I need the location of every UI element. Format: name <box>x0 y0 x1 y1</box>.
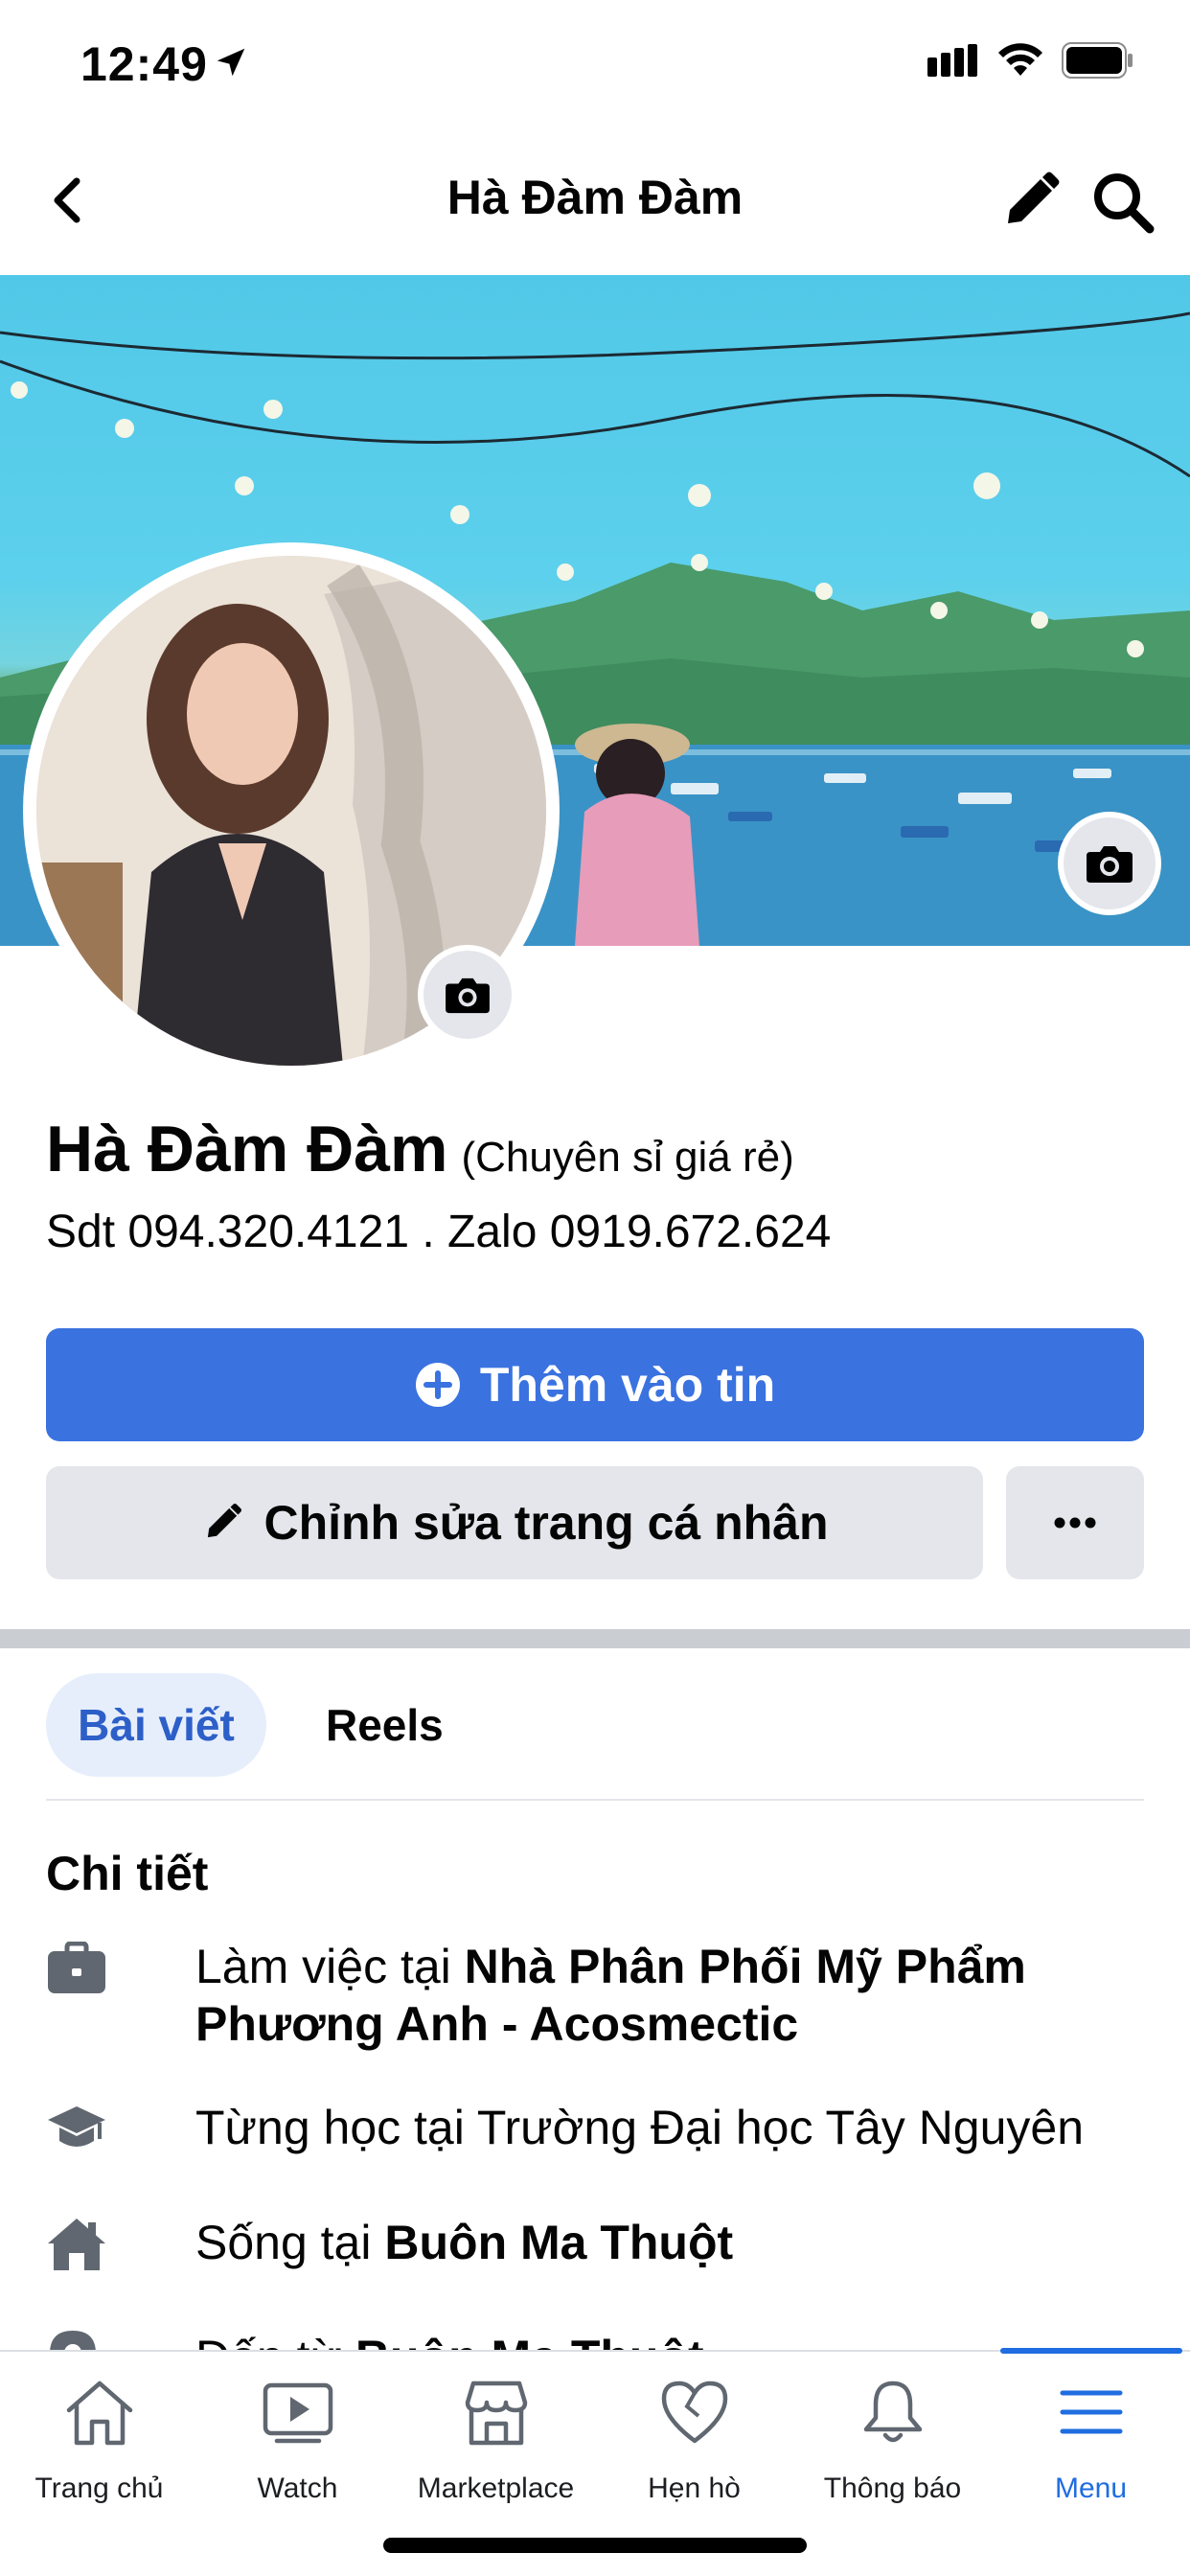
pencil-icon[interactable] <box>996 168 1064 235</box>
menu-icon <box>1050 2371 1133 2453</box>
tabs-divider <box>46 1799 1144 1801</box>
edit-profile-label: Chỉnh sửa trang cá nhân <box>263 1496 829 1550</box>
search-icon[interactable] <box>1087 166 1159 239</box>
location-arrow-icon <box>217 48 245 77</box>
active-tab-indicator <box>1000 2348 1182 2354</box>
camera-icon <box>446 978 490 1014</box>
more-dots-icon <box>1054 1517 1096 1529</box>
profile-name-suffix: (Chuyên sỉ giá rẻ) <box>461 1134 794 1181</box>
nav-home-label: Trang chủ <box>34 2472 164 2504</box>
tab-posts[interactable]: Bài viết <box>46 1673 266 1777</box>
tab-reels[interactable]: Reels <box>326 1673 444 1777</box>
graduation-cap-icon <box>46 2099 126 2160</box>
home-indicator <box>383 2538 807 2553</box>
profile-header: Hà Đàm Đàm <box>0 129 1190 275</box>
nav-dating[interactable]: Hẹn hò <box>595 2371 793 2515</box>
wifi-icon <box>998 43 1042 76</box>
house-icon <box>46 2214 126 2275</box>
profile-name-row: Hà Đàm Đàm (Chuyên sỉ giá rẻ) <box>46 1112 794 1186</box>
edit-profile-button[interactable]: Chỉnh sửa trang cá nhân <box>46 1466 983 1579</box>
add-to-story-button[interactable]: Thêm vào tin <box>46 1328 1144 1441</box>
status-indicators <box>927 42 1134 79</box>
profile-bio: Sdt 094.320.4121 . Zalo 0919.672.624 <box>46 1207 832 1257</box>
pencil-icon <box>208 1503 242 1538</box>
nav-marketplace-label: Marketplace <box>417 2472 575 2504</box>
add-to-story-label: Thêm vào tin <box>479 1358 776 1412</box>
detail-education: Từng học tại Trường Đại học Tây Nguyên <box>46 2099 1148 2160</box>
nav-watch-label: Watch <box>257 2472 338 2504</box>
briefcase-icon <box>46 1938 126 1999</box>
nav-menu-label: Menu <box>1054 2472 1128 2504</box>
section-divider <box>0 1629 1190 1648</box>
status-bar: 12:49 <box>0 0 1190 129</box>
avatar-camera-button[interactable] <box>418 945 517 1045</box>
watch-icon <box>257 2371 339 2453</box>
detail-lives-in: Sống tại Buôn Ma Thuột <box>46 2214 1148 2275</box>
nav-notifications-label: Thông báo <box>823 2472 962 2504</box>
detail-lives-in-prefix: Sống tại <box>195 2216 385 2269</box>
battery-icon <box>1062 42 1133 79</box>
home-icon <box>58 2371 141 2453</box>
status-time: 12:49 <box>80 37 208 91</box>
cellular-signal-icon <box>927 44 977 77</box>
nav-marketplace[interactable]: Marketplace <box>397 2371 595 2515</box>
detail-work-prefix: Làm việc tại <box>195 1940 465 1993</box>
nav-dating-label: Hẹn hò <box>648 2472 741 2504</box>
plus-circle-icon <box>415 1363 460 1407</box>
heart-icon <box>653 2371 736 2453</box>
nav-home[interactable]: Trang chủ <box>0 2371 198 2515</box>
marketplace-icon <box>455 2371 538 2453</box>
nav-watch[interactable]: Watch <box>198 2371 397 2515</box>
bell-icon <box>852 2371 934 2453</box>
details-heading: Chi tiết <box>46 1847 209 1900</box>
detail-lives-in-place: Buôn Ma Thuột <box>384 2216 734 2269</box>
camera-icon <box>1087 846 1133 883</box>
more-options-button[interactable] <box>1006 1466 1144 1579</box>
cover-camera-button[interactable] <box>1058 812 1161 915</box>
nav-notifications[interactable]: Thông báo <box>793 2371 992 2515</box>
profile-name: Hà Đàm Đàm <box>46 1113 448 1185</box>
detail-work: Làm việc tại Nhà Phân Phối Mỹ Phẩm Phươn… <box>46 1938 1148 2053</box>
detail-education-text: Từng học tại Trường Đại học Tây Nguyên <box>195 2101 1085 2154</box>
nav-menu[interactable]: Menu <box>992 2371 1190 2515</box>
